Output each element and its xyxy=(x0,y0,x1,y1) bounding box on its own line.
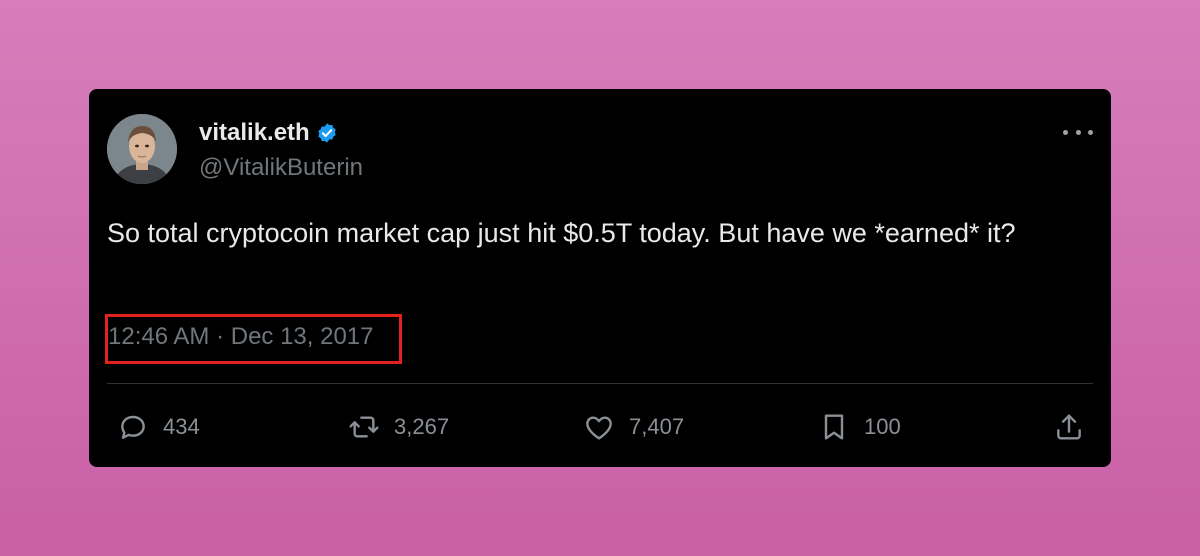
repost-icon xyxy=(349,416,379,438)
avatar[interactable] xyxy=(107,114,177,184)
reply-icon xyxy=(121,415,145,439)
heart-icon xyxy=(586,416,612,440)
reply-button[interactable]: 434 xyxy=(117,409,200,445)
bookmark-icon xyxy=(824,414,844,440)
like-button[interactable]: 7,407 xyxy=(583,409,684,445)
author-name-row: vitalik.eth xyxy=(199,118,338,148)
bookmark-count: 100 xyxy=(864,414,901,439)
more-dot-icon xyxy=(1088,129,1093,135)
more-options-button[interactable] xyxy=(1063,121,1093,143)
reply-count: 434 xyxy=(163,414,200,439)
repost-count: 3,267 xyxy=(394,414,450,439)
author-handle[interactable]: @VitalikButerin xyxy=(199,153,363,183)
more-dot-icon xyxy=(1075,129,1081,135)
avatar-portrait-image xyxy=(107,114,177,184)
share-button[interactable] xyxy=(1053,411,1085,443)
like-count: 7,407 xyxy=(629,414,685,439)
bookmark-button[interactable]: 100 xyxy=(818,409,901,445)
divider xyxy=(107,383,1093,384)
more-dot-icon xyxy=(1063,129,1068,135)
display-name[interactable]: vitalik.eth xyxy=(199,118,310,148)
tweet-timestamp[interactable]: 12:46 AM · Dec 13, 2017 xyxy=(108,321,374,353)
tweet-card: vitalik.eth @VitalikButerin So total cry… xyxy=(89,89,1111,467)
tweet-text: So total cryptocoin market cap just hit … xyxy=(107,218,1016,248)
repost-button[interactable]: 3,267 xyxy=(348,409,449,445)
share-icon xyxy=(1057,414,1081,440)
verified-badge-icon xyxy=(316,122,338,144)
